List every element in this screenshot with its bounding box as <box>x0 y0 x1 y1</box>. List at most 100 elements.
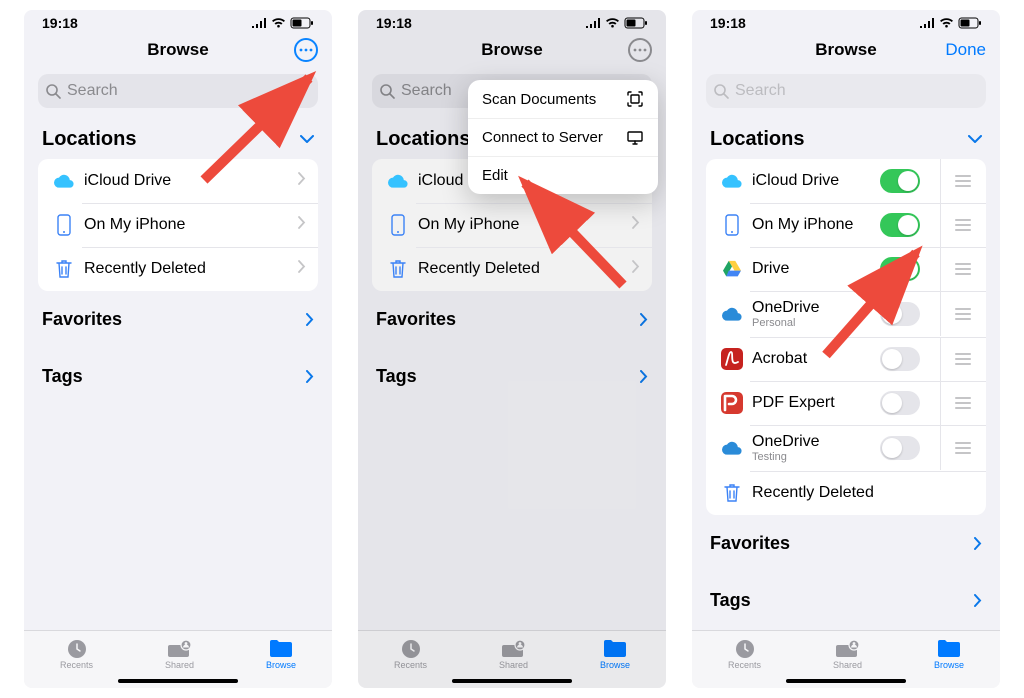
location-row-icloud[interactable]: iCloud Drive <box>38 159 318 203</box>
acrobat-icon <box>718 348 746 370</box>
drag-handle[interactable] <box>940 203 974 247</box>
edit-location-row: OneDrivePersonal <box>706 291 986 337</box>
location-row-onmyiphone[interactable]: On My iPhone <box>372 203 652 247</box>
menu-edit[interactable]: Edit <box>468 157 658 194</box>
search-input: Search <box>706 74 986 108</box>
locations-header[interactable]: Locations <box>692 108 1000 159</box>
toggle[interactable] <box>880 257 920 281</box>
tab-browse[interactable]: Browse <box>266 637 296 670</box>
search-icon <box>46 84 61 99</box>
tags-row[interactable]: Tags <box>692 572 1000 629</box>
favorites-row[interactable]: Favorites <box>24 291 332 348</box>
nav-bar: Browse Done <box>692 30 1000 70</box>
chevron-right-icon <box>306 370 314 383</box>
trash-icon <box>718 483 746 503</box>
status-time: 19:18 <box>42 15 78 31</box>
favorites-row[interactable]: Favorites <box>358 291 666 348</box>
gdrive-icon <box>718 260 746 278</box>
toggle[interactable] <box>880 347 920 371</box>
chevron-right-icon <box>640 313 648 326</box>
location-row-trash[interactable]: Recently Deleted <box>38 247 318 291</box>
home-indicator[interactable] <box>786 679 906 683</box>
page-title: Browse <box>815 40 876 60</box>
toggle[interactable] <box>880 169 920 193</box>
locations-list: iCloud Drive On My iPhone Recently Delet… <box>38 159 318 291</box>
content: Locations iCloud Drive On My iPhone Rece… <box>24 108 332 630</box>
location-row-onmyiphone[interactable]: On My iPhone <box>38 203 318 247</box>
tab-shared[interactable]: Shared <box>499 637 528 670</box>
status-bar: 19:18 <box>24 10 332 30</box>
more-button[interactable] <box>628 38 652 62</box>
status-time: 19:18 <box>376 15 412 31</box>
cloud-icon <box>50 174 78 188</box>
location-row-trash[interactable]: Recently Deleted <box>372 247 652 291</box>
tags-row[interactable]: Tags <box>358 348 666 405</box>
tags-row[interactable]: Tags <box>24 348 332 405</box>
edit-location-row: PDF Expert <box>706 381 986 425</box>
more-menu: Scan Documents Connect to Server Edit <box>468 80 658 194</box>
locations-edit-list: iCloud DriveOn My iPhoneDriveOneDrivePer… <box>706 159 986 515</box>
chevron-right-icon <box>640 370 648 383</box>
chevron-right-icon <box>298 216 306 234</box>
done-button[interactable]: Done <box>945 40 986 60</box>
toggle[interactable] <box>880 302 920 326</box>
drag-handle[interactable] <box>940 337 974 381</box>
chevron-right-icon <box>298 172 306 190</box>
chevron-right-icon <box>632 216 640 234</box>
menu-connect-server[interactable]: Connect to Server <box>468 119 658 157</box>
nav-bar: Browse <box>24 30 332 70</box>
row-label: Acrobat <box>752 350 880 368</box>
more-button[interactable] <box>294 38 318 62</box>
pdfx-icon <box>718 392 746 414</box>
menu-scan-documents[interactable]: Scan Documents <box>468 80 658 119</box>
ellipsis-circle-icon <box>294 38 318 62</box>
page-title: Browse <box>147 40 208 60</box>
row-label: OneDrivePersonal <box>752 299 880 330</box>
favorites-row[interactable]: Favorites <box>692 515 1000 572</box>
tab-recents[interactable]: Recents <box>394 637 427 670</box>
drag-handle[interactable] <box>940 159 974 203</box>
search-placeholder: Search <box>735 82 786 100</box>
chevron-right-icon <box>974 537 982 550</box>
toggle[interactable] <box>880 391 920 415</box>
status-indicators <box>585 17 648 29</box>
cloud-icon <box>718 174 746 188</box>
tab-shared[interactable]: Shared <box>165 637 194 670</box>
phone-step-1: 19:18 Browse Search Locations iCloud Dri… <box>24 10 332 688</box>
chevron-down-icon <box>968 135 982 144</box>
status-indicators <box>919 17 982 29</box>
drag-handle[interactable] <box>940 381 974 425</box>
tab-browse[interactable]: Browse <box>600 637 630 670</box>
search-placeholder: Search <box>401 82 452 100</box>
drag-handle[interactable] <box>940 426 974 470</box>
tab-recents[interactable]: Recents <box>728 637 761 670</box>
content: Locations iCloud DriveOn My iPhoneDriveO… <box>692 108 1000 630</box>
locations-header[interactable]: Locations <box>24 108 332 159</box>
row-label: iCloud Drive <box>752 172 880 190</box>
home-indicator[interactable] <box>452 679 572 683</box>
chevron-right-icon <box>298 260 306 278</box>
cloud-grey-icon <box>718 441 746 455</box>
status-time: 19:18 <box>710 15 746 31</box>
drag-handle[interactable] <box>940 247 974 291</box>
nav-bar: Browse <box>358 30 666 70</box>
toggle[interactable] <box>880 213 920 237</box>
search-input[interactable]: Search <box>38 74 318 108</box>
signal-icon <box>585 18 601 28</box>
home-indicator[interactable] <box>118 679 238 683</box>
signal-icon <box>251 18 267 28</box>
drag-handle[interactable] <box>940 292 974 336</box>
tab-recents[interactable]: Recents <box>60 637 93 670</box>
chevron-right-icon <box>632 260 640 278</box>
toggle[interactable] <box>880 436 920 460</box>
tab-shared[interactable]: Shared <box>833 637 862 670</box>
row-label: OneDriveTesting <box>752 433 880 464</box>
ellipsis-circle-icon <box>628 38 652 62</box>
edit-location-row: OneDriveTesting <box>706 425 986 471</box>
wifi-icon <box>605 18 620 29</box>
battery-icon <box>958 17 982 29</box>
phone-icon <box>718 214 746 236</box>
tab-browse[interactable]: Browse <box>934 637 964 670</box>
row-label: Drive <box>752 260 880 278</box>
phone-icon <box>384 214 412 236</box>
